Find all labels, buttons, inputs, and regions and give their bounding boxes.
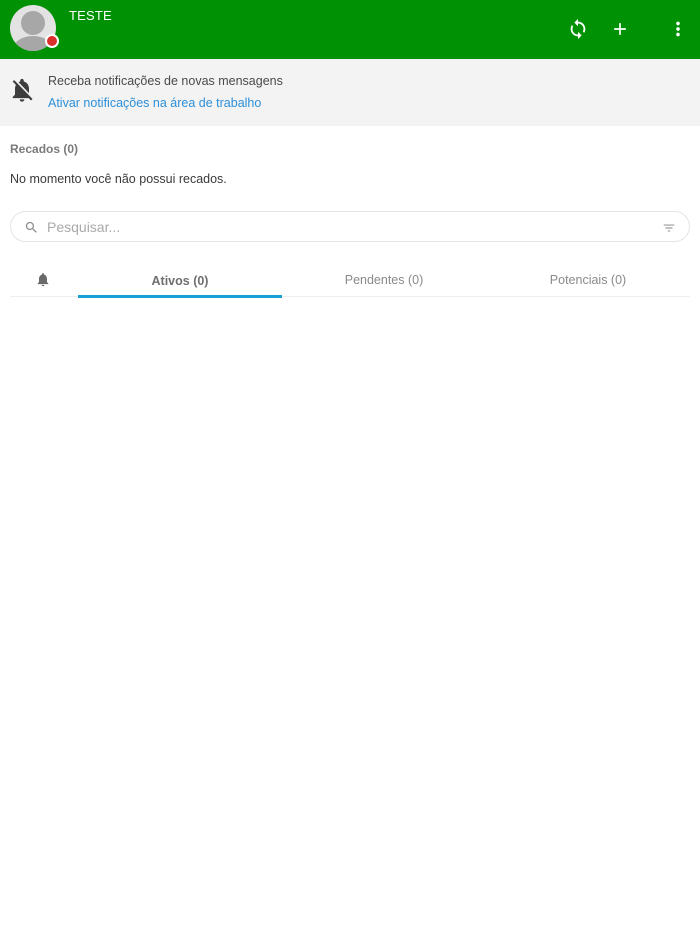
filter-icon[interactable] (662, 221, 676, 235)
tab-pendentes[interactable]: Pendentes (0) (282, 262, 486, 297)
more-options-button[interactable] (663, 14, 693, 44)
tab-potenciais[interactable]: Potenciais (0) (486, 262, 690, 297)
notification-banner: Receba notificações de novas mensagens A… (0, 59, 700, 126)
enable-notifications-link[interactable]: Ativar notificações na área de trabalho (48, 96, 261, 110)
tab-ativos[interactable]: Ativos (0) (78, 262, 282, 298)
conversation-tabs: Ativos (0) Pendentes (0) Potenciais (0) (10, 262, 690, 298)
search-input[interactable] (47, 216, 647, 238)
search-icon (25, 221, 37, 233)
app-window: TESTE Receba notificações de novas mensa… (0, 0, 700, 934)
search-bar (10, 211, 690, 242)
recados-empty-message: No momento você não possui recados. (10, 172, 227, 186)
refresh-icon (570, 18, 586, 40)
top-bar: TESTE (0, 0, 700, 59)
user-name: TESTE (69, 8, 112, 23)
notification-title: Receba notificações de novas mensagens (48, 74, 283, 88)
bell-icon[interactable] (35, 271, 51, 288)
avatar-head (21, 11, 45, 35)
recados-heading: Recados (0) (10, 142, 79, 156)
bell-off-icon (12, 78, 33, 102)
add-button[interactable] (605, 14, 635, 44)
plus-icon (614, 23, 626, 35)
status-indicator (45, 34, 59, 48)
refresh-button[interactable] (563, 14, 593, 44)
more-vert-icon (676, 21, 680, 37)
